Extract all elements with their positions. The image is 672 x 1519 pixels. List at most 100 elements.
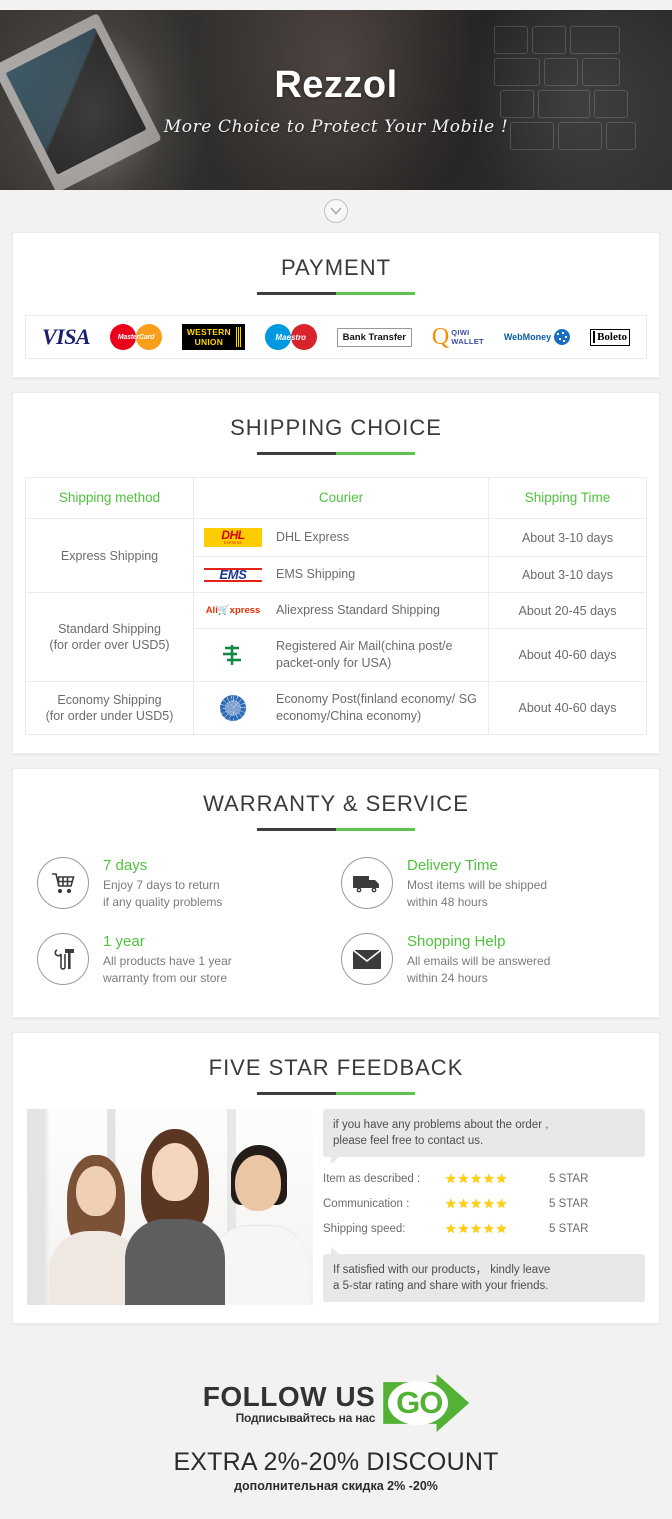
delivery-truck-icon bbox=[341, 857, 393, 909]
chevron-down-icon[interactable] bbox=[324, 199, 348, 223]
bank-transfer-icon[interactable]: Bank Transfer bbox=[336, 322, 413, 352]
payment-title: PAYMENT bbox=[280, 255, 392, 280]
table-header-row: Shipping method Courier Shipping Time bbox=[25, 477, 647, 519]
method-sub: (for order under USD5) bbox=[45, 709, 174, 723]
shipping-card: SHIPPING CHOICE Shipping method Courier … bbox=[12, 392, 660, 754]
satisfaction-bubble-line1: If satisfied with our products， kindly l… bbox=[333, 1264, 551, 1276]
courier-name: DHL Express bbox=[276, 530, 350, 544]
bank-transfer-label: Bank Transfer bbox=[336, 327, 413, 347]
qiwi-q-glyph: Q bbox=[431, 324, 450, 350]
brand-tagline: More Choice to Protect Your Mobile ! bbox=[163, 116, 509, 137]
webmoney-globe-icon bbox=[554, 329, 571, 345]
contact-bubble-line2: please feel free to contact us. bbox=[333, 1135, 484, 1147]
warranty-line2: within 24 hours bbox=[407, 971, 488, 985]
webmoney-icon[interactable]: WebMoney bbox=[503, 322, 571, 352]
method-name: Express Shipping bbox=[60, 548, 159, 563]
warranty-head: 7 days bbox=[103, 857, 148, 874]
dhl-logo-text: DHL bbox=[221, 528, 245, 542]
cell-time: About 3-10 days bbox=[488, 518, 647, 557]
contact-bubble-line1: if you have any problems about the order… bbox=[333, 1119, 549, 1131]
brand-name: Rezzol bbox=[274, 63, 398, 106]
wu-line1: WESTERN bbox=[186, 327, 231, 337]
warranty-item-shopping-help: Shopping Help All emails will be answere… bbox=[341, 933, 635, 987]
rating-row-item-as-described: Item as described : ★★★★★ 5 STAR bbox=[323, 1171, 645, 1187]
star-rating-icon: ★★★★★ bbox=[445, 1221, 509, 1236]
visa-icon[interactable]: VISA bbox=[41, 322, 91, 352]
rating-row-communication: Communication : ★★★★★ 5 STAR bbox=[323, 1196, 645, 1212]
table-row: Economy Shipping (for order under USD5) … bbox=[25, 681, 647, 735]
satisfaction-bubble: If satisfied with our products， kindly l… bbox=[323, 1247, 645, 1302]
footer: FOLLOW US Подписывайтесь на нас GO EXTRA… bbox=[0, 1338, 672, 1519]
warranty-item-1-year: 1 year All products have 1 year warranty… bbox=[37, 933, 331, 987]
cell-method-express: Express Shipping bbox=[25, 518, 194, 593]
western-union-icon[interactable]: WESTERN UNION bbox=[181, 322, 245, 352]
feedback-card: FIVE STAR FEEDBACK if you have any probl… bbox=[12, 1032, 660, 1324]
warranty-line1: All products have 1 year bbox=[103, 954, 232, 968]
maestro-label: Maestro bbox=[275, 332, 307, 342]
cell-courier-ems: EMS EMS Shipping bbox=[193, 556, 489, 593]
scroll-hint bbox=[0, 190, 672, 232]
cell-time: About 40-60 days bbox=[488, 681, 647, 735]
courier-name: Aliexpress Standard Shipping bbox=[276, 603, 440, 617]
table-row: Standard Shipping (for order over USD5) … bbox=[25, 592, 647, 682]
qiwi-line1: QIWI bbox=[451, 328, 470, 337]
courier-name: Registered Air Mail(china post/e packet-… bbox=[276, 639, 453, 670]
customer-team-photo bbox=[27, 1109, 313, 1305]
qiwi-line2: WALLET bbox=[451, 337, 484, 346]
column-courier: Courier bbox=[193, 477, 489, 519]
follow-us-block: FOLLOW US Подписывайтесь на нас GO bbox=[0, 1374, 672, 1432]
qiwi-wallet-icon[interactable]: Q QIWI WALLET bbox=[432, 322, 484, 352]
warranty-line1: Most items will be shipped bbox=[407, 878, 548, 892]
boleto-icon[interactable]: Boleto bbox=[590, 322, 631, 352]
rating-label: Item as described : bbox=[323, 1173, 421, 1185]
warranty-card: WARRANTY & SERVICE 7 days Enjoy 7 days t… bbox=[12, 768, 660, 1018]
column-shipping-time: Shipping Time bbox=[488, 477, 647, 519]
cell-courier-unpost: Economy Post(finland economy/ SG economy… bbox=[193, 681, 489, 735]
warranty-title-rule bbox=[257, 828, 415, 831]
discount-label: EXTRA 2%-20% DISCOUNT bbox=[173, 1448, 499, 1476]
satisfaction-bubble-line2: a 5-star rating and share with your frie… bbox=[333, 1280, 549, 1292]
warranty-head: Shopping Help bbox=[407, 933, 506, 950]
column-shipping-method: Shipping method bbox=[25, 477, 194, 519]
courier-name: Economy Post(finland economy/ SG economy… bbox=[276, 692, 477, 723]
cell-time: About 40-60 days bbox=[488, 628, 647, 682]
mastercard-icon[interactable]: MasterCard bbox=[110, 322, 163, 352]
webmoney-label: WebMoney bbox=[503, 332, 552, 342]
method-sub: (for order over USD5) bbox=[49, 638, 170, 652]
warranty-line2: if any quality problems bbox=[103, 895, 223, 909]
rating-value: 5 STAR bbox=[549, 1223, 589, 1235]
warranty-line1: Enjoy 7 days to return bbox=[103, 878, 220, 892]
visa-label: VISA bbox=[41, 324, 91, 349]
warranty-item-delivery-time: Delivery Time Most items will be shipped… bbox=[341, 857, 635, 911]
mastercard-label: MasterCard bbox=[117, 333, 155, 341]
rating-label: Communication : bbox=[323, 1198, 410, 1210]
feedback-body: if you have any problems about the order… bbox=[13, 1095, 659, 1323]
warranty-item-7-days: 7 days Enjoy 7 days to return if any qua… bbox=[37, 857, 331, 911]
boleto-label: Boleto bbox=[593, 330, 627, 343]
follow-us-label: FOLLOW US bbox=[202, 1381, 376, 1412]
rating-value: 5 STAR bbox=[549, 1173, 589, 1185]
ems-icon: EMS bbox=[202, 567, 264, 583]
cell-courier-dhl: DHL EXPRESS DHL Express bbox=[193, 518, 489, 557]
follow-us-label-ru: Подписывайтесь на нас bbox=[235, 1411, 376, 1425]
courier-name: EMS Shipping bbox=[276, 567, 356, 581]
cell-method-economy: Economy Shipping (for order under USD5) bbox=[25, 681, 194, 735]
hero-banner: Rezzol More Choice to Protect Your Mobil… bbox=[0, 10, 672, 190]
discount-label-ru: дополнительная скидка 2% -20% bbox=[234, 1479, 438, 1493]
star-rating-icon: ★★★★★ bbox=[445, 1196, 509, 1211]
feedback-title: FIVE STAR FEEDBACK bbox=[208, 1055, 464, 1080]
maestro-icon[interactable]: Maestro bbox=[264, 322, 317, 352]
cell-method-standard: Standard Shipping (for order over USD5) bbox=[25, 592, 194, 682]
go-arrow-icon[interactable]: GO bbox=[383, 1374, 470, 1432]
dhl-logo-sub: EXPRESS bbox=[224, 541, 242, 545]
cell-courier-aliexpress: Ali🛒xpress Aliexpress Standard Shipping bbox=[193, 592, 489, 629]
feedback-details: if you have any problems about the order… bbox=[313, 1109, 645, 1305]
rating-label: Shipping speed: bbox=[323, 1223, 406, 1235]
wu-line2: UNION bbox=[194, 337, 224, 347]
cell-courier-chinapost: Registered Air Mail(china post/e packet-… bbox=[193, 628, 489, 682]
shipping-table: Shipping method Courier Shipping Time Ex… bbox=[25, 477, 647, 735]
warranty-line1: All emails will be answered bbox=[407, 954, 551, 968]
rating-value: 5 STAR bbox=[549, 1198, 589, 1210]
payment-title-rule bbox=[257, 292, 415, 295]
tools-icon bbox=[37, 933, 89, 985]
